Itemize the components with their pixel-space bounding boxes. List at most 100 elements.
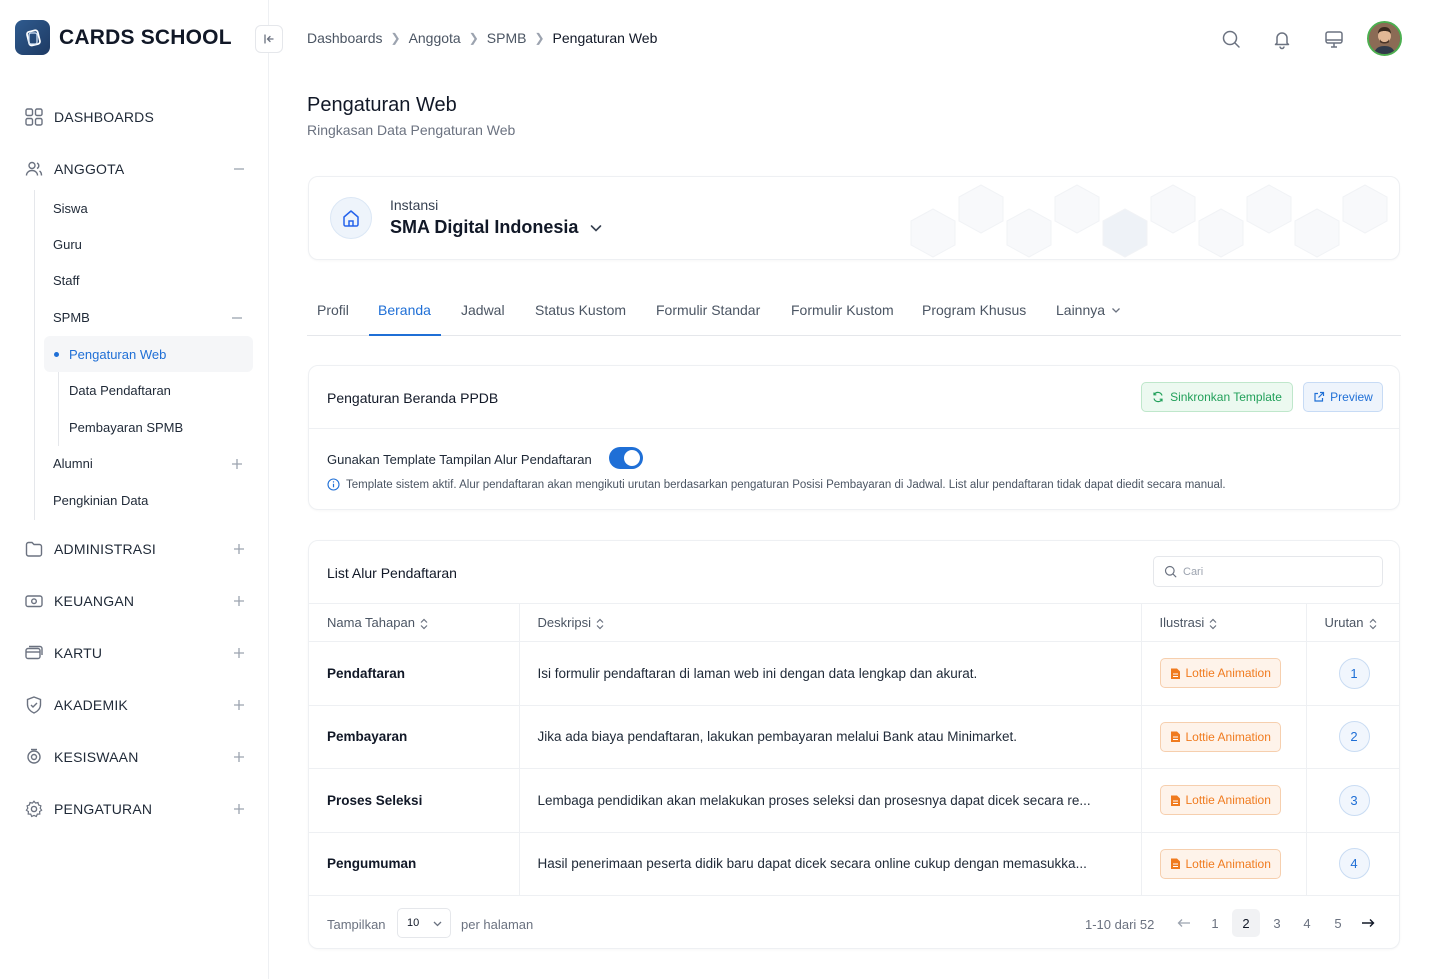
lottie-badge[interactable]: Lottie Animation [1159,721,1281,752]
table-row[interactable]: Pendaftaran Isi formulir pendaftaran di … [309,641,1399,706]
prev-page-button[interactable] [1170,909,1198,937]
breadcrumb-anggota[interactable]: Anggota [409,30,461,46]
instance-selector[interactable]: SMA Digital Indonesia [390,217,604,238]
refresh-icon [1153,391,1163,403]
minus-icon[interactable] [232,162,246,176]
sort-icon [1369,618,1376,629]
tab-jadwal[interactable]: Jadwal [461,302,505,318]
lottie-badge[interactable]: Lottie Animation [1159,848,1281,879]
page-size-value: 10 [407,917,420,929]
nav-siswa[interactable]: Siswa [53,201,88,216]
external-link-icon [1314,391,1325,402]
tab-beranda[interactable]: Beranda [378,302,431,318]
nav-anggota[interactable]: ANGGOTA [24,159,246,179]
nav-administrasi[interactable]: ADMINISTRASI [24,539,246,559]
nav-anggota-label: ANGGOTA [54,161,125,177]
registration-flow-table: Nama Tahapan Deskripsi Ilustrasi Urutan … [309,603,1399,896]
column-label: Ilustrasi [1159,615,1205,630]
tab-profil[interactable]: Profil [317,302,349,318]
breadcrumb-dashboards[interactable]: Dashboards [307,30,383,46]
tab-formulir-standar[interactable]: Formulir Standar [656,302,760,318]
tab-status-kustom[interactable]: Status Kustom [535,302,626,318]
plus-icon[interactable] [232,594,246,608]
bell-icon[interactable] [1271,28,1293,50]
next-page-button[interactable] [1354,909,1382,937]
breadcrumb-spmb[interactable]: SPMB [487,30,527,46]
nav-data-pendaftaran[interactable]: Data Pendaftaran [69,383,171,398]
order-cell: 2 [1305,705,1399,769]
plus-icon[interactable] [232,802,246,816]
nav-dashboards[interactable]: DASHBOARDS [24,107,246,127]
nav-akademik[interactable]: AKADEMIK [24,695,246,715]
chevron-down-icon [433,921,442,926]
monitor-icon[interactable] [1323,28,1345,50]
page-3-button[interactable]: 3 [1263,909,1291,937]
file-icon [1170,858,1180,870]
arrow-left-icon [1177,919,1190,927]
preview-button[interactable]: Preview [1303,382,1383,412]
chevron-right-icon: ❯ [468,31,479,45]
lottie-badge[interactable]: Lottie Animation [1159,785,1281,816]
card-title: List Alur Pendaftaran [327,565,457,581]
search-icon[interactable] [1220,28,1242,50]
nav-alumni[interactable]: Alumni [53,456,93,471]
page-1-button[interactable]: 1 [1201,909,1229,937]
order-badge: 4 [1338,848,1370,880]
brand[interactable]: CARDS SCHOOL [15,20,232,55]
avatar[interactable] [1367,21,1402,56]
nav-spmb[interactable]: SPMB [53,310,90,325]
column-ilustrasi[interactable]: Ilustrasi [1140,603,1306,642]
column-urutan[interactable]: Urutan [1305,603,1399,642]
collapse-sidebar-button[interactable] [255,25,283,53]
info-text: Template sistem aktif. Alur pendaftaran … [346,478,1226,491]
chevron-right-icon: ❯ [534,31,545,45]
search-input[interactable] [1183,565,1373,578]
page-5-button[interactable]: 5 [1324,909,1352,937]
plus-icon[interactable] [232,698,246,712]
beranda-settings-card: Pengaturan Beranda PPDB Sinkronkan Templ… [308,365,1400,510]
active-tab-indicator [369,334,441,336]
registration-flow-card: List Alur Pendaftaran Nama Tahapan Deskr… [308,540,1400,949]
table-row[interactable]: Proses Seleksi Lembaga pendidikan akan m… [309,768,1399,833]
minus-icon[interactable] [230,311,244,325]
nav-staff[interactable]: Staff [53,273,80,288]
plus-icon[interactable] [230,457,244,471]
lottie-label: Lottie Animation [1185,666,1271,681]
user-avatar-icon [1369,23,1400,54]
card-title: Pengaturan Beranda PPDB [327,390,499,406]
plus-icon[interactable] [232,646,246,660]
tab-formulir-kustom[interactable]: Formulir Kustom [791,302,894,318]
instance-card: Instansi SMA Digital Indonesia [308,176,1400,260]
nav-pembayaran-spmb[interactable]: Pembayaran SPMB [69,420,183,435]
search-field[interactable] [1153,556,1383,587]
page-2-button[interactable]: 2 [1232,909,1260,937]
plus-icon[interactable] [232,750,246,764]
lottie-badge[interactable]: Lottie Animation [1159,658,1281,689]
sync-template-button[interactable]: Sinkronkan Template [1141,382,1293,412]
table-row[interactable]: Pengumuman Hasil penerimaan peserta didi… [309,832,1399,896]
nav-guru[interactable]: Guru [53,237,82,252]
file-icon [1170,795,1180,806]
grid-icon [25,108,43,126]
page-size-select[interactable]: 10 [397,908,451,938]
tab-program-khusus[interactable]: Program Khusus [922,302,1026,318]
shield-icon [26,696,42,714]
column-deskripsi[interactable]: Deskripsi [518,603,1141,642]
column-nama-tahapan[interactable]: Nama Tahapan [309,603,519,642]
plus-icon[interactable] [232,542,246,556]
step-description: Lembaga pendidikan akan melakukan proses… [518,768,1141,833]
table-row[interactable]: Pembayaran Jika ada biaya pendaftaran, l… [309,705,1399,769]
nav-keuangan[interactable]: KEUANGAN [24,591,246,611]
collapse-icon [264,34,274,44]
nav-kesiswaan[interactable]: KESISWAAN [24,747,246,767]
instance-name: SMA Digital Indonesia [390,217,579,237]
nav-pengaturan[interactable]: PENGATURAN [24,799,246,819]
nav-kartu-label: KARTU [54,645,103,661]
tab-bar: Profil Beranda Jadwal Status Kustom Form… [307,296,1401,336]
nav-pengaturan-web[interactable]: Pengaturan Web [69,347,166,362]
tab-lainnya[interactable]: Lainnya [1056,302,1122,318]
page-4-button[interactable]: 4 [1293,909,1321,937]
nav-pengkinian-data[interactable]: Pengkinian Data [53,493,148,508]
template-toggle[interactable] [609,447,643,469]
nav-kartu[interactable]: KARTU [24,643,246,663]
